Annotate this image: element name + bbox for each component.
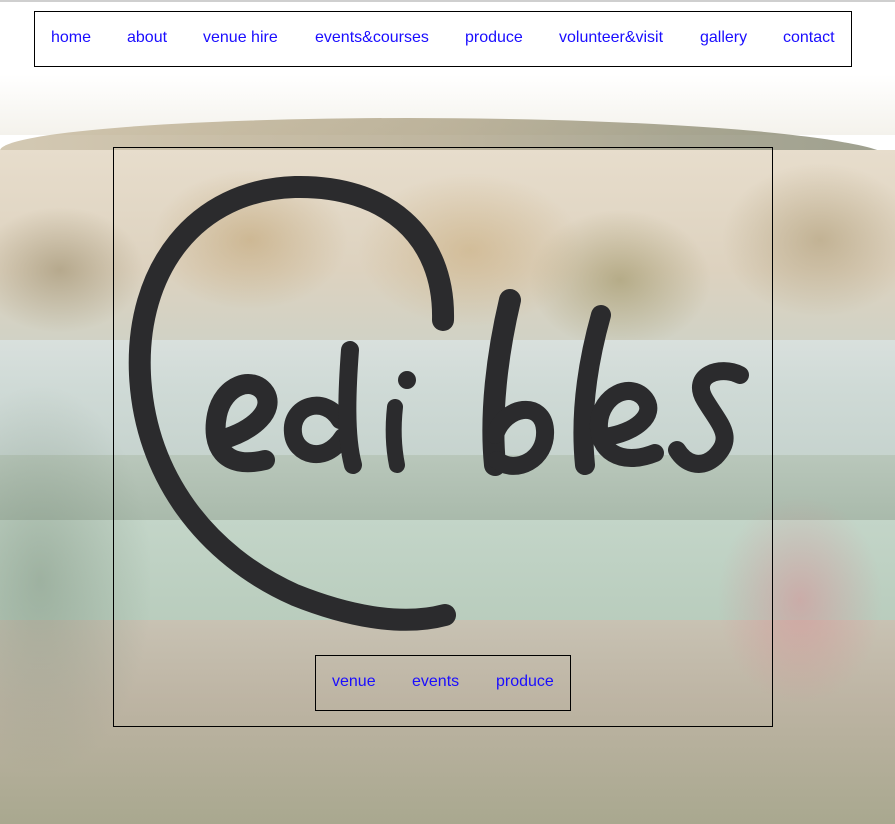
sub-nav: venue events produce bbox=[315, 655, 571, 711]
edibles-logo: edibles bbox=[125, 175, 749, 631]
nav-produce[interactable]: produce bbox=[465, 28, 523, 47]
nav-events-courses[interactable]: events&courses bbox=[315, 28, 429, 47]
nav-volunteer-visit[interactable]: volunteer&visit bbox=[559, 28, 663, 47]
subnav-venue[interactable]: venue bbox=[332, 672, 376, 691]
subnav-events[interactable]: events bbox=[412, 672, 459, 691]
logo-text: edibles bbox=[125, 175, 129, 176]
nav-gallery[interactable]: gallery bbox=[700, 28, 747, 47]
top-nav: home about venue hire events&courses pro… bbox=[34, 11, 852, 67]
nav-about[interactable]: about bbox=[127, 28, 167, 47]
subnav-produce[interactable]: produce bbox=[496, 672, 554, 691]
nav-contact[interactable]: contact bbox=[783, 28, 835, 47]
top-rule bbox=[0, 0, 895, 2]
nav-venue-hire[interactable]: venue hire bbox=[203, 28, 278, 47]
nav-home[interactable]: home bbox=[51, 28, 91, 47]
